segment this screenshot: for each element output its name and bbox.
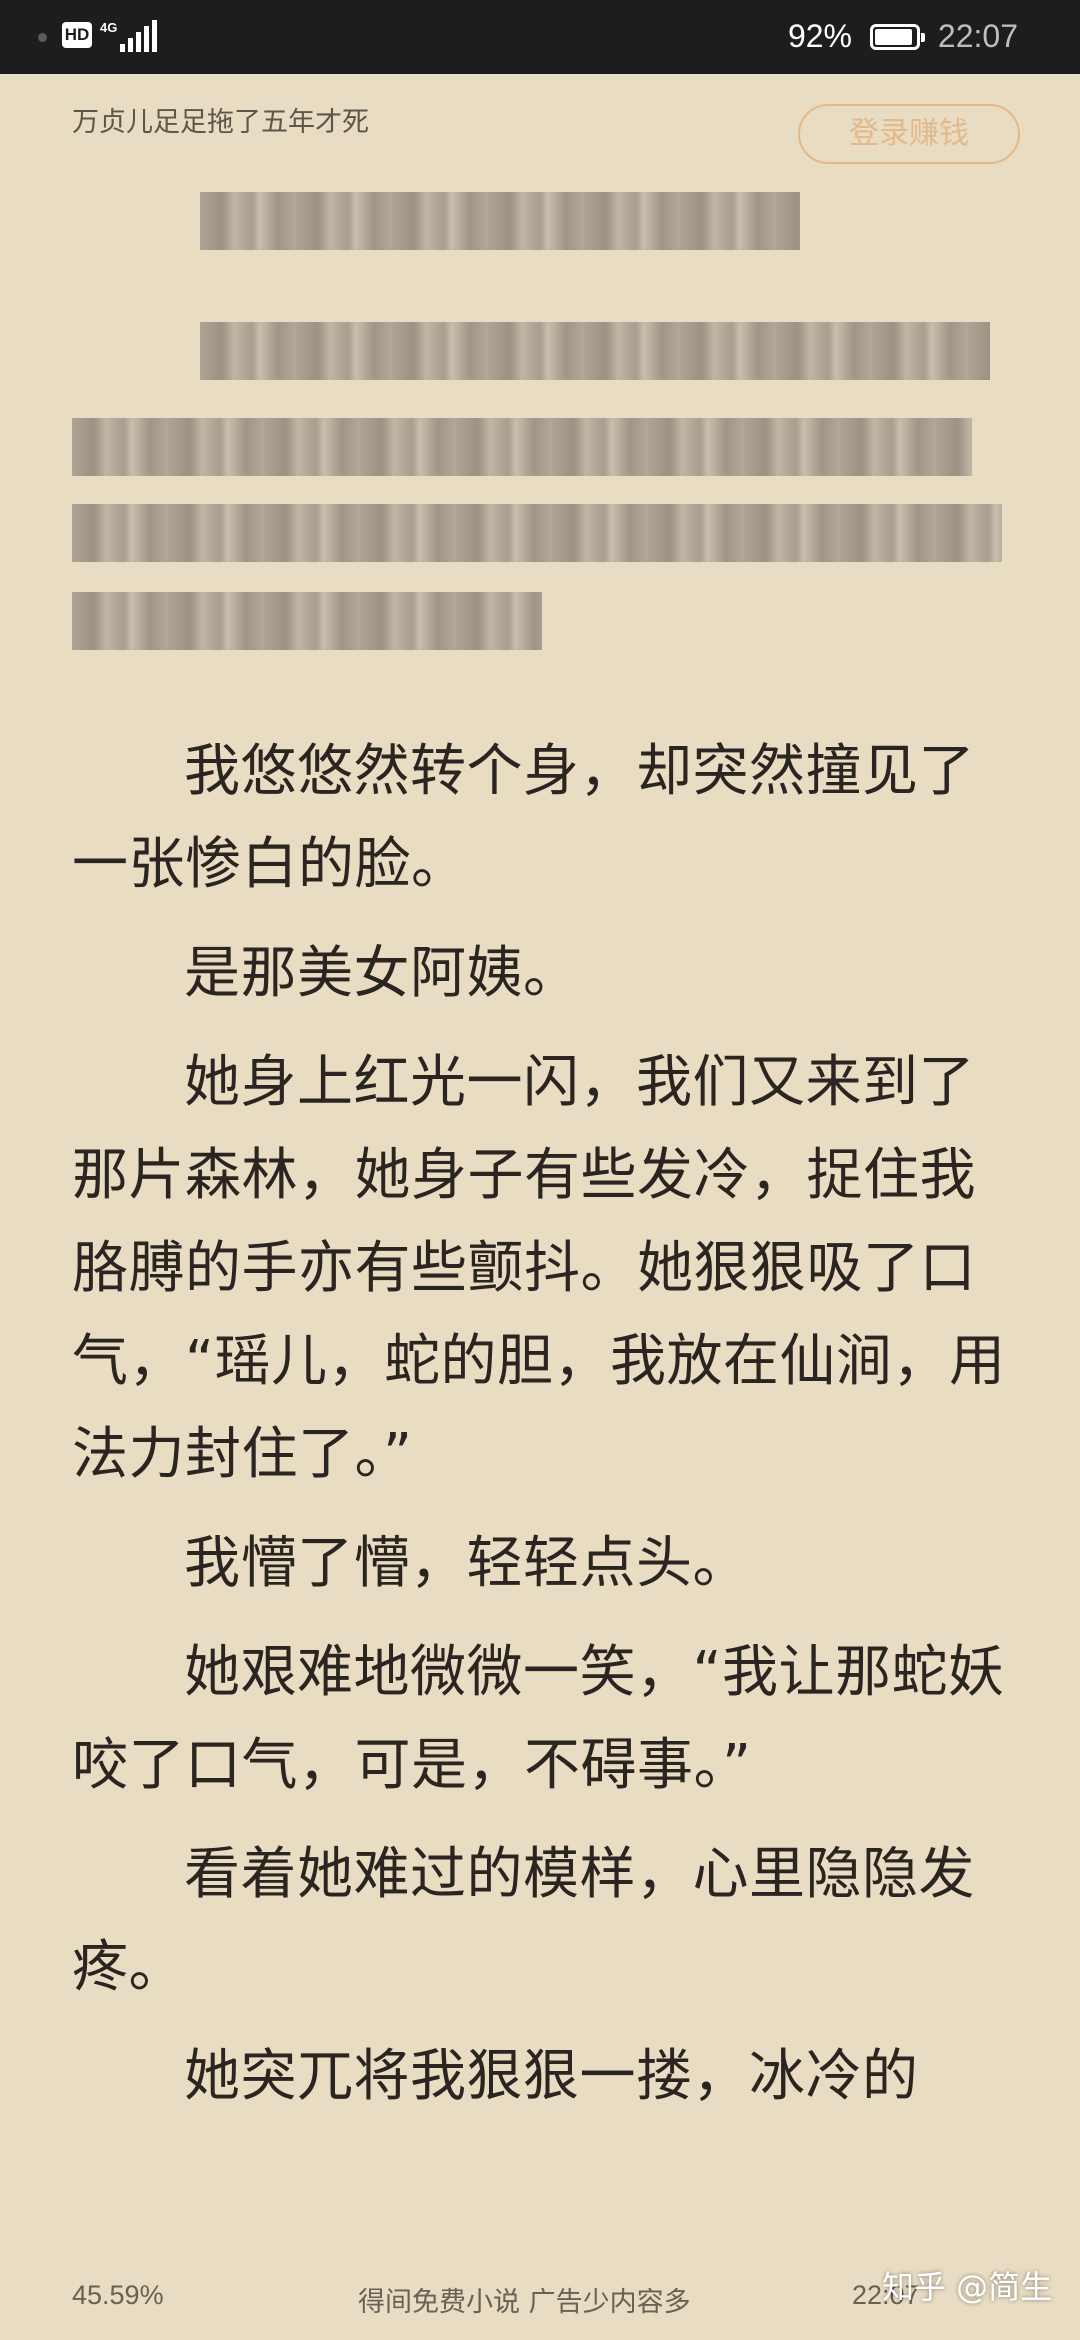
ad-slogan: 得间免费小说 广告少内容多 bbox=[358, 2287, 691, 2318]
reading-progress: 45.59% bbox=[72, 2280, 164, 2310]
reading-paragraph: 她身上红光一闪，我们又来到了那片森林，她身子有些发冷，捉住我胳膊的手亦有些颤抖。… bbox=[72, 1050, 1006, 1487]
reading-paragraph: 看着她难过的模样，心里隐隐发疼。 bbox=[72, 1842, 975, 2000]
status-bar: HD 4G 92% 22:07 bbox=[0, 0, 1080, 74]
blurred-line bbox=[200, 322, 990, 380]
login-earn-button[interactable]: 登录赚钱 bbox=[798, 104, 1020, 164]
reading-paragraph: 她突兀将我狠狠一搂，冰冷的 bbox=[184, 2044, 919, 2109]
chapter-title: 万贞儿足足拖了五年才死 bbox=[72, 107, 369, 138]
battery-fill bbox=[875, 29, 912, 45]
reading-paragraph: 我悠悠然转个身，却突然撞见了一张惨白的脸。 bbox=[72, 739, 975, 897]
battery-percent: 92% bbox=[787, 18, 852, 54]
battery-nub bbox=[921, 33, 925, 42]
reading-paragraph: 我懵了懵，轻轻点头。 bbox=[184, 1531, 749, 1596]
hd-voice-icon: HD bbox=[62, 22, 92, 48]
notification-dot bbox=[38, 33, 47, 42]
blurred-line bbox=[72, 504, 1002, 562]
blurred-line bbox=[200, 192, 800, 250]
blurred-line bbox=[72, 592, 542, 650]
reading-paragraph: 她艰难地微微一笑，“我让那蛇妖咬了口气，可是，不碍事。” bbox=[72, 1640, 1005, 1798]
signal-strength-icon bbox=[120, 20, 157, 52]
battery-icon bbox=[870, 24, 925, 50]
reading-paragraph: 是那美女阿姨。 bbox=[184, 941, 580, 1006]
blurred-text-area bbox=[72, 182, 1012, 682]
zhihu-watermark: 知乎 @简生 bbox=[882, 2268, 1053, 2306]
blurred-line bbox=[72, 418, 972, 476]
status-clock: 22:07 bbox=[937, 18, 1018, 54]
network-type-icon: 4G bbox=[100, 20, 118, 35]
reading-content[interactable]: 我悠悠然转个身，却突然撞见了一张惨白的脸。是那美女阿姨。她身上红光一闪，我们又来… bbox=[72, 725, 1012, 2139]
